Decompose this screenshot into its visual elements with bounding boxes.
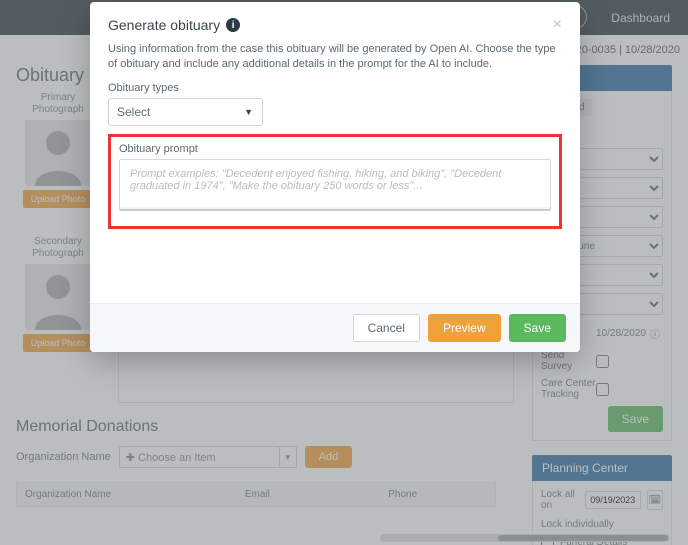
th-org-name: Organization Name	[17, 483, 237, 506]
modal-description: Using information from the case this obi…	[108, 42, 562, 72]
contract-date-value: 10/28/2020	[596, 328, 646, 339]
save-button[interactable]: Save	[509, 314, 566, 342]
memorial-table-header: Organization Name Email Phone	[16, 482, 496, 507]
send-survey-label: Send Survey	[541, 350, 596, 372]
org-name-combo-toggle[interactable]: ▾	[279, 446, 297, 468]
cancel-button[interactable]: Cancel	[353, 314, 420, 342]
generate-obituary-modal: Generate obituary i × Using information …	[90, 2, 580, 352]
dashboard-link[interactable]: Dashboard	[611, 11, 670, 25]
memorial-donations-section: Memorial Donations Organization Name ▾ A…	[16, 418, 496, 507]
org-name-combo-input[interactable]	[119, 446, 279, 468]
primary-photo-placeholder	[25, 120, 91, 186]
calendar-icon[interactable]: 🗓	[647, 490, 663, 510]
secondary-photo-label: Secondary Photograph	[16, 236, 100, 260]
scrollbar-thumb[interactable]	[498, 535, 668, 541]
horizontal-scrollbar[interactable]	[380, 534, 670, 542]
obituary-heading: Obituary	[16, 65, 100, 86]
lock-all-label: Lock all on	[541, 489, 579, 511]
obituary-types-label: Obituary types	[108, 82, 562, 94]
obituary-prompt-highlight: Obituary prompt	[108, 134, 562, 229]
planning-center-header: Planning Center	[532, 455, 672, 481]
care-center-checkbox[interactable]	[596, 383, 609, 396]
info-icon[interactable]: i	[226, 18, 240, 32]
lock-all-date-input[interactable]	[585, 491, 641, 509]
org-name-label: Organization Name	[16, 451, 111, 463]
add-org-button[interactable]: Add	[305, 446, 353, 468]
preview-button[interactable]: Preview	[428, 314, 501, 342]
primary-photo-label: Primary Photograph	[16, 92, 100, 116]
modal-title-text: Generate obituary	[108, 17, 220, 33]
info-icon[interactable]: ⓘ	[650, 326, 660, 341]
th-email: Email	[237, 483, 380, 506]
obituary-prompt-textarea[interactable]	[119, 159, 551, 211]
case-info-save-button[interactable]: Save	[608, 406, 663, 432]
lock-individually-label: Lock individually	[541, 519, 663, 530]
secondary-photo-placeholder	[25, 264, 91, 330]
th-phone: Phone	[380, 483, 495, 506]
obituary-prompt-label: Obituary prompt	[119, 143, 551, 155]
person-silhouette-icon	[25, 264, 91, 330]
upload-secondary-button[interactable]: Upload Photo	[23, 334, 93, 352]
person-silhouette-icon	[25, 120, 91, 186]
upload-primary-button[interactable]: Upload Photo	[23, 190, 93, 208]
obituary-types-select[interactable]: Select	[108, 98, 263, 126]
close-icon[interactable]: ×	[553, 16, 562, 34]
memorial-heading: Memorial Donations	[16, 418, 496, 436]
send-survey-checkbox[interactable]	[596, 355, 609, 368]
care-center-label: Care Center Tracking	[541, 378, 596, 400]
